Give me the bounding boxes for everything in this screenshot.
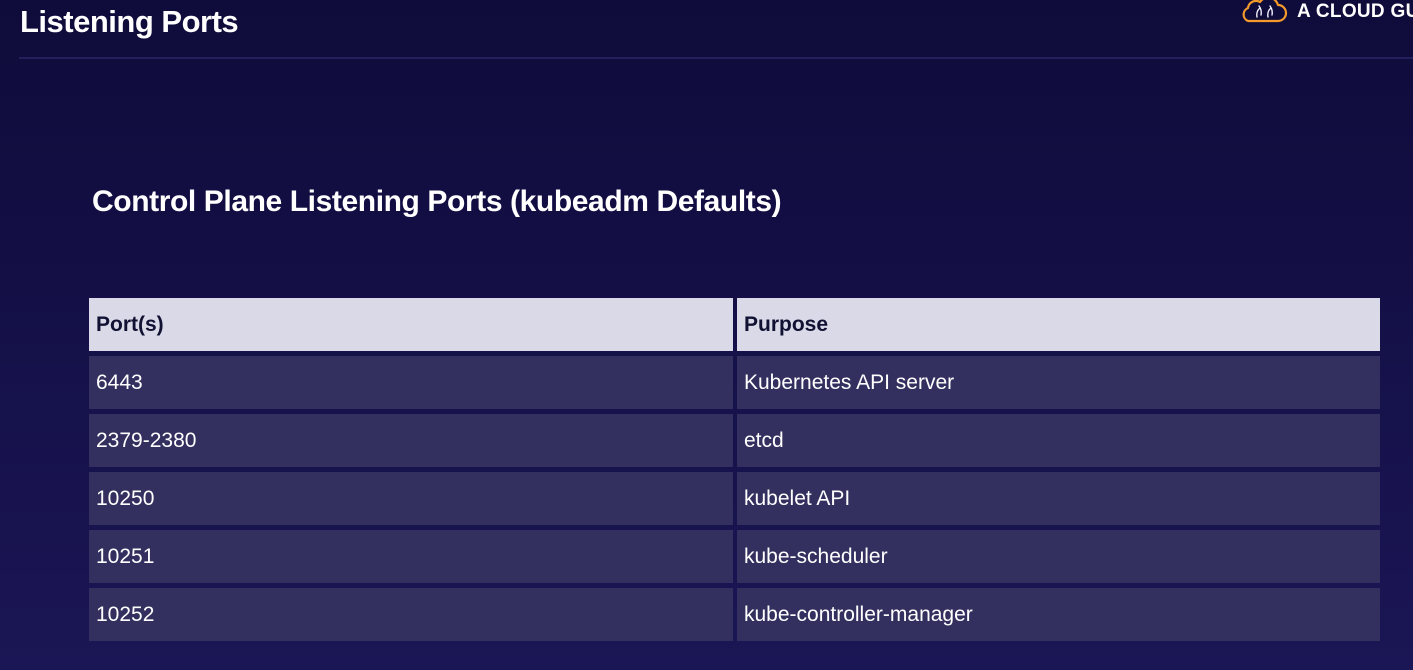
purpose-cell: kube-scheduler	[737, 530, 1380, 583]
brand-name: A CLOUD GU	[1297, 1, 1413, 22]
purpose-cell: etcd	[737, 414, 1380, 467]
purpose-cell: kubelet API	[737, 472, 1380, 525]
port-cell: 2379-2380	[89, 414, 733, 467]
brand: A CLOUD GU	[1238, 0, 1413, 24]
purpose-cell: kube-controller-manager	[737, 588, 1380, 641]
port-cell: 10251	[89, 530, 733, 583]
page-title: Listening Ports	[20, 4, 239, 39]
ports-table: Port(s) Purpose 6443 Kubernetes API serv…	[89, 298, 1380, 641]
column-header-ports: Port(s)	[89, 298, 733, 351]
title-divider	[19, 57, 1413, 59]
port-cell: 6443	[89, 356, 733, 409]
port-cell: 10250	[89, 472, 733, 525]
column-header-purpose: Purpose	[737, 298, 1380, 351]
section-heading: Control Plane Listening Ports (kubeadm D…	[92, 185, 782, 218]
cloud-logo-icon	[1242, 0, 1288, 23]
purpose-cell: Kubernetes API server	[737, 356, 1380, 409]
port-cell: 10252	[89, 588, 733, 641]
